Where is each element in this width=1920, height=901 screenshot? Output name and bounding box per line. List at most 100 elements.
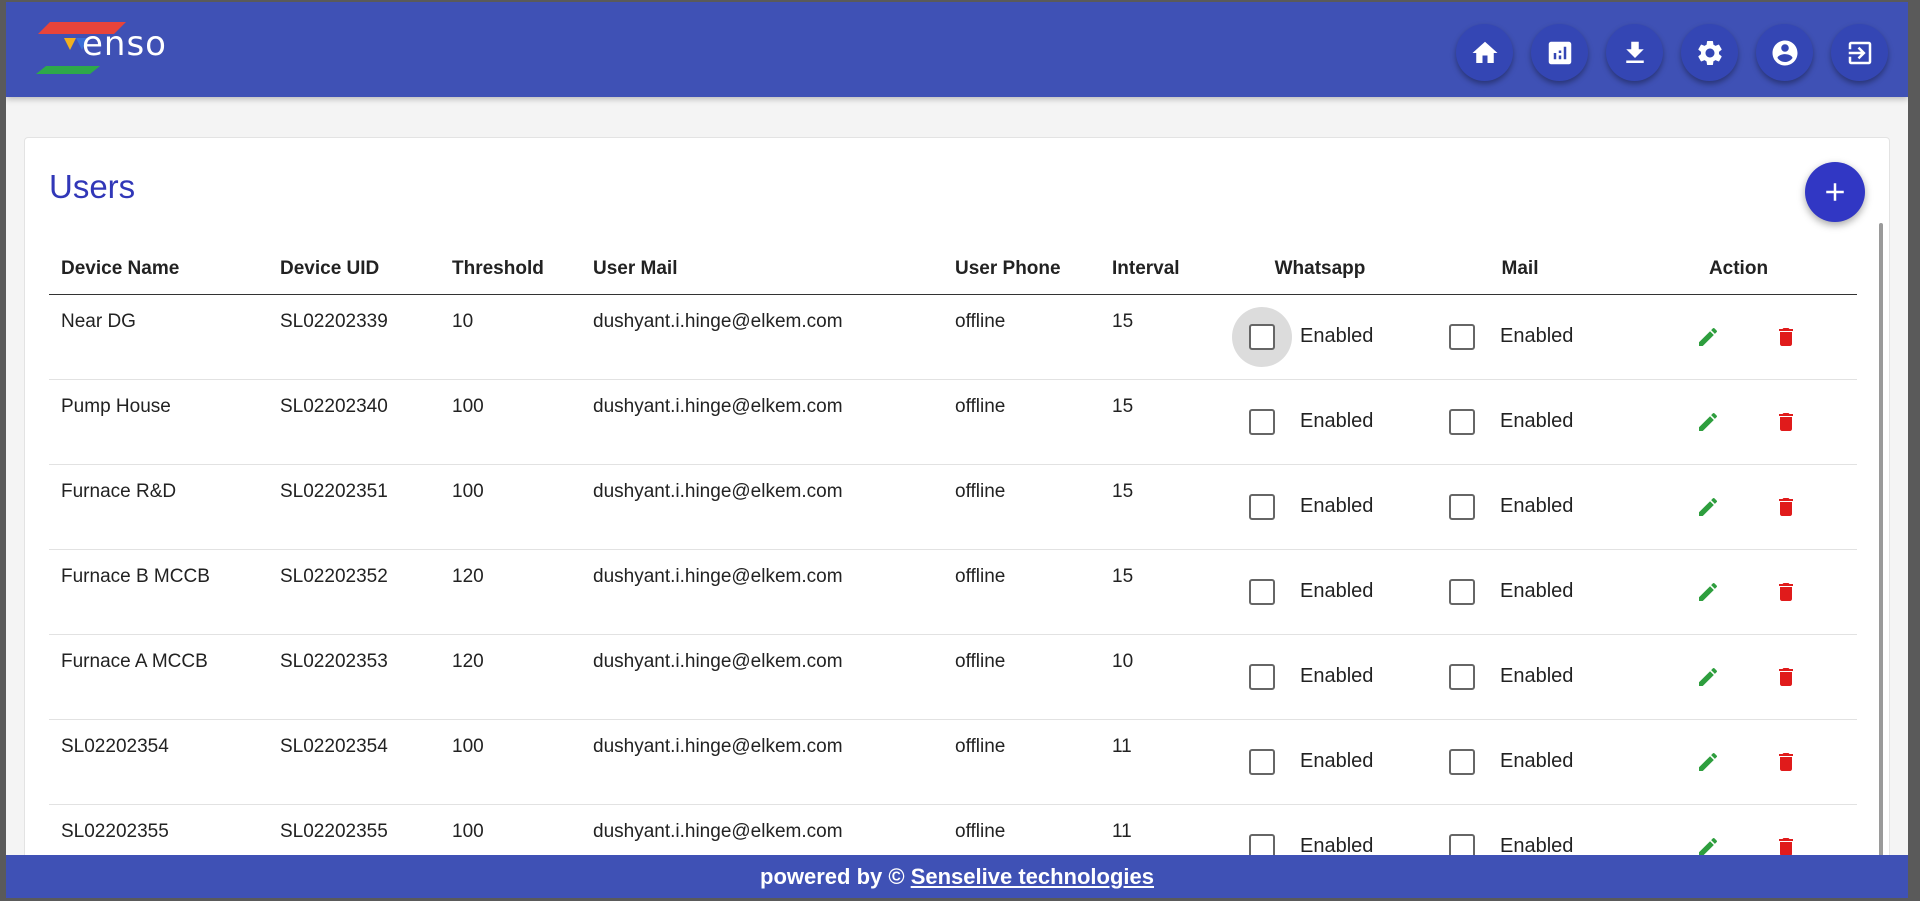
table-scrollbar[interactable] (1879, 223, 1883, 898)
cell-user-mail: dushyant.i.hinge@elkem.com (581, 294, 943, 380)
checkbox-box[interactable] (1449, 578, 1475, 605)
cell-device-uid: SL02202352 (268, 549, 440, 635)
account-icon (1772, 40, 1797, 65)
header-interval: Interval (1100, 244, 1220, 295)
table-row: Furnace B MCCB SL02202352 120 dushyant.i.hi… (49, 549, 1857, 635)
whatsapp-checkbox[interactable] (1232, 562, 1292, 622)
mail-enabled-label: Enabled (1500, 580, 1574, 602)
delete-icon (1779, 497, 1793, 516)
table-row: SL02202354 SL02202354 100 dushyant.i.hinge@… (49, 719, 1857, 805)
home-button[interactable] (1456, 24, 1513, 81)
mail-checkbox[interactable] (1432, 392, 1492, 452)
cell-user-phone: offline (943, 379, 1100, 465)
whatsapp-enabled-label: Enabled (1300, 665, 1374, 687)
edit-button[interactable] (1688, 402, 1728, 442)
whatsapp-enabled-label: Enabled (1300, 495, 1374, 517)
checkbox-box[interactable] (1249, 323, 1275, 350)
edit-button[interactable] (1688, 742, 1728, 782)
add-user-button[interactable] (1805, 162, 1865, 222)
edit-icon (1699, 752, 1718, 771)
cell-mail: Enabled (1420, 549, 1620, 635)
table-body: Near DG SL02202339 10 dushyant.i.hinge@elke… (49, 294, 1857, 890)
cell-user-phone: offline (943, 549, 1100, 635)
settings-button[interactable] (1681, 24, 1738, 81)
cell-mail: Enabled (1420, 719, 1620, 805)
cell-mail: Enabled (1420, 464, 1620, 550)
cell-action (1620, 464, 1857, 550)
cell-interval: 15 (1100, 464, 1220, 550)
account-button[interactable] (1756, 24, 1813, 81)
delete-button[interactable] (1766, 487, 1806, 527)
mail-enabled-label: Enabled (1500, 665, 1574, 687)
users-table: Device Name Device UID Threshold User Ma… (49, 244, 1857, 890)
delete-button[interactable] (1766, 742, 1806, 782)
edit-button[interactable] (1688, 487, 1728, 527)
logout-icon (1848, 41, 1871, 64)
whatsapp-checkbox[interactable] (1232, 477, 1292, 537)
checkbox-box[interactable] (1249, 748, 1275, 775)
cell-user-mail: dushyant.i.hinge@elkem.com (581, 549, 943, 635)
header-device-uid: Device UID (268, 244, 440, 295)
footer-company-link[interactable]: Senselive technologies (911, 864, 1154, 889)
cell-mail: Enabled (1420, 634, 1620, 720)
header-user-phone: User Phone (943, 244, 1100, 295)
plus-icon (1826, 183, 1844, 201)
mail-checkbox[interactable] (1432, 732, 1492, 792)
cell-device-uid: SL02202339 (268, 294, 440, 380)
cell-device-uid: SL02202354 (268, 719, 440, 805)
whatsapp-checkbox[interactable] (1232, 392, 1292, 452)
cell-interval: 15 (1100, 294, 1220, 380)
checkbox-box[interactable] (1249, 578, 1275, 605)
delete-button[interactable] (1766, 657, 1806, 697)
checkbox-box[interactable] (1449, 663, 1475, 690)
download-button[interactable] (1606, 24, 1663, 81)
mail-checkbox[interactable] (1432, 307, 1492, 367)
settings-icon (1697, 40, 1722, 65)
mail-enabled-label: Enabled (1500, 495, 1574, 517)
mail-checkbox[interactable] (1432, 562, 1492, 622)
delete-button[interactable] (1766, 572, 1806, 612)
whatsapp-enabled-label: Enabled (1300, 410, 1374, 432)
top-nav (1456, 24, 1888, 81)
delete-icon (1779, 412, 1793, 431)
cell-action (1620, 294, 1857, 380)
cell-whatsapp: Enabled (1220, 719, 1420, 805)
reports-button[interactable] (1531, 24, 1588, 81)
mail-checkbox[interactable] (1432, 477, 1492, 537)
table-row: Pump House SL02202340 100 dushyant.i.hinge@… (49, 379, 1857, 465)
cell-user-phone: offline (943, 464, 1100, 550)
whatsapp-enabled-label: Enabled (1300, 750, 1374, 772)
cell-interval: 15 (1100, 549, 1220, 635)
mail-enabled-label: Enabled (1500, 410, 1574, 432)
checkbox-box[interactable] (1449, 323, 1475, 350)
delete-icon (1779, 327, 1793, 346)
whatsapp-checkbox[interactable] (1232, 306, 1292, 367)
checkbox-box[interactable] (1449, 748, 1475, 775)
edit-button[interactable] (1688, 657, 1728, 697)
home-icon (1472, 41, 1497, 63)
whatsapp-checkbox[interactable] (1232, 647, 1292, 707)
table-header-row: Device Name Device UID Threshold User Ma… (49, 244, 1857, 295)
checkbox-box[interactable] (1249, 408, 1275, 435)
edit-button[interactable] (1688, 572, 1728, 612)
cell-interval: 15 (1100, 379, 1220, 465)
cell-threshold: 120 (440, 634, 581, 720)
whatsapp-checkbox[interactable] (1232, 732, 1292, 792)
footer-prefix: powered by © (760, 864, 911, 889)
checkbox-box[interactable] (1249, 493, 1275, 520)
edit-button[interactable] (1688, 317, 1728, 357)
header-user-mail: User Mail (581, 244, 943, 295)
delete-button[interactable] (1766, 402, 1806, 442)
edit-icon (1699, 497, 1718, 516)
checkbox-box[interactable] (1449, 493, 1475, 520)
cell-user-phone: offline (943, 634, 1100, 720)
edit-icon (1699, 412, 1718, 431)
cell-user-phone: offline (943, 719, 1100, 805)
cell-whatsapp: Enabled (1220, 464, 1420, 550)
delete-button[interactable] (1766, 317, 1806, 357)
checkbox-box[interactable] (1449, 408, 1475, 435)
logout-button[interactable] (1831, 24, 1888, 81)
cell-whatsapp: Enabled (1220, 379, 1420, 465)
checkbox-box[interactable] (1249, 663, 1275, 690)
mail-checkbox[interactable] (1432, 647, 1492, 707)
